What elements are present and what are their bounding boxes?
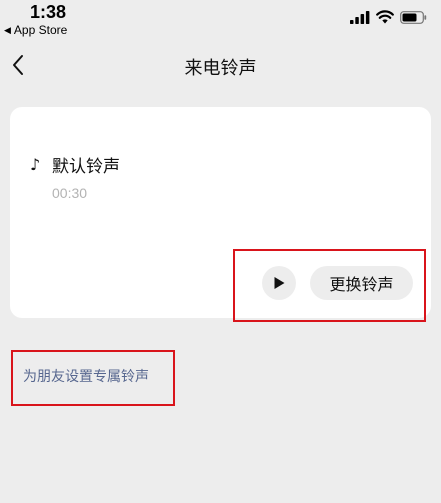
set-friend-ringtone-link[interactable]: 为朋友设置专属铃声 — [23, 366, 149, 386]
back-app-label: App Store — [13, 23, 68, 37]
status-icons — [350, 10, 427, 24]
status-bar: 1:38 ◀ App Store — [0, 0, 441, 40]
triangle-left-icon: ◀ — [4, 24, 11, 35]
ringtone-name: 默认铃声 — [52, 157, 120, 177]
music-note-icon: ♪ — [30, 155, 41, 174]
status-time: 1:38 — [30, 2, 67, 22]
change-ringtone-button[interactable]: 更换铃声 — [310, 266, 413, 300]
play-button[interactable] — [262, 266, 296, 300]
back-to-app-store[interactable]: ◀ App Store — [4, 23, 67, 37]
ringtone-card: ♪ 默认铃声 00:30 更换铃声 — [10, 107, 431, 318]
play-icon — [274, 277, 285, 289]
navigation-bar: 来电铃声 — [0, 44, 441, 88]
cellular-signal-icon — [350, 10, 370, 24]
ringtone-duration: 00:30 — [52, 185, 88, 201]
battery-icon — [400, 10, 427, 24]
page-title: 来电铃声 — [184, 58, 257, 79]
wifi-icon — [376, 10, 394, 24]
